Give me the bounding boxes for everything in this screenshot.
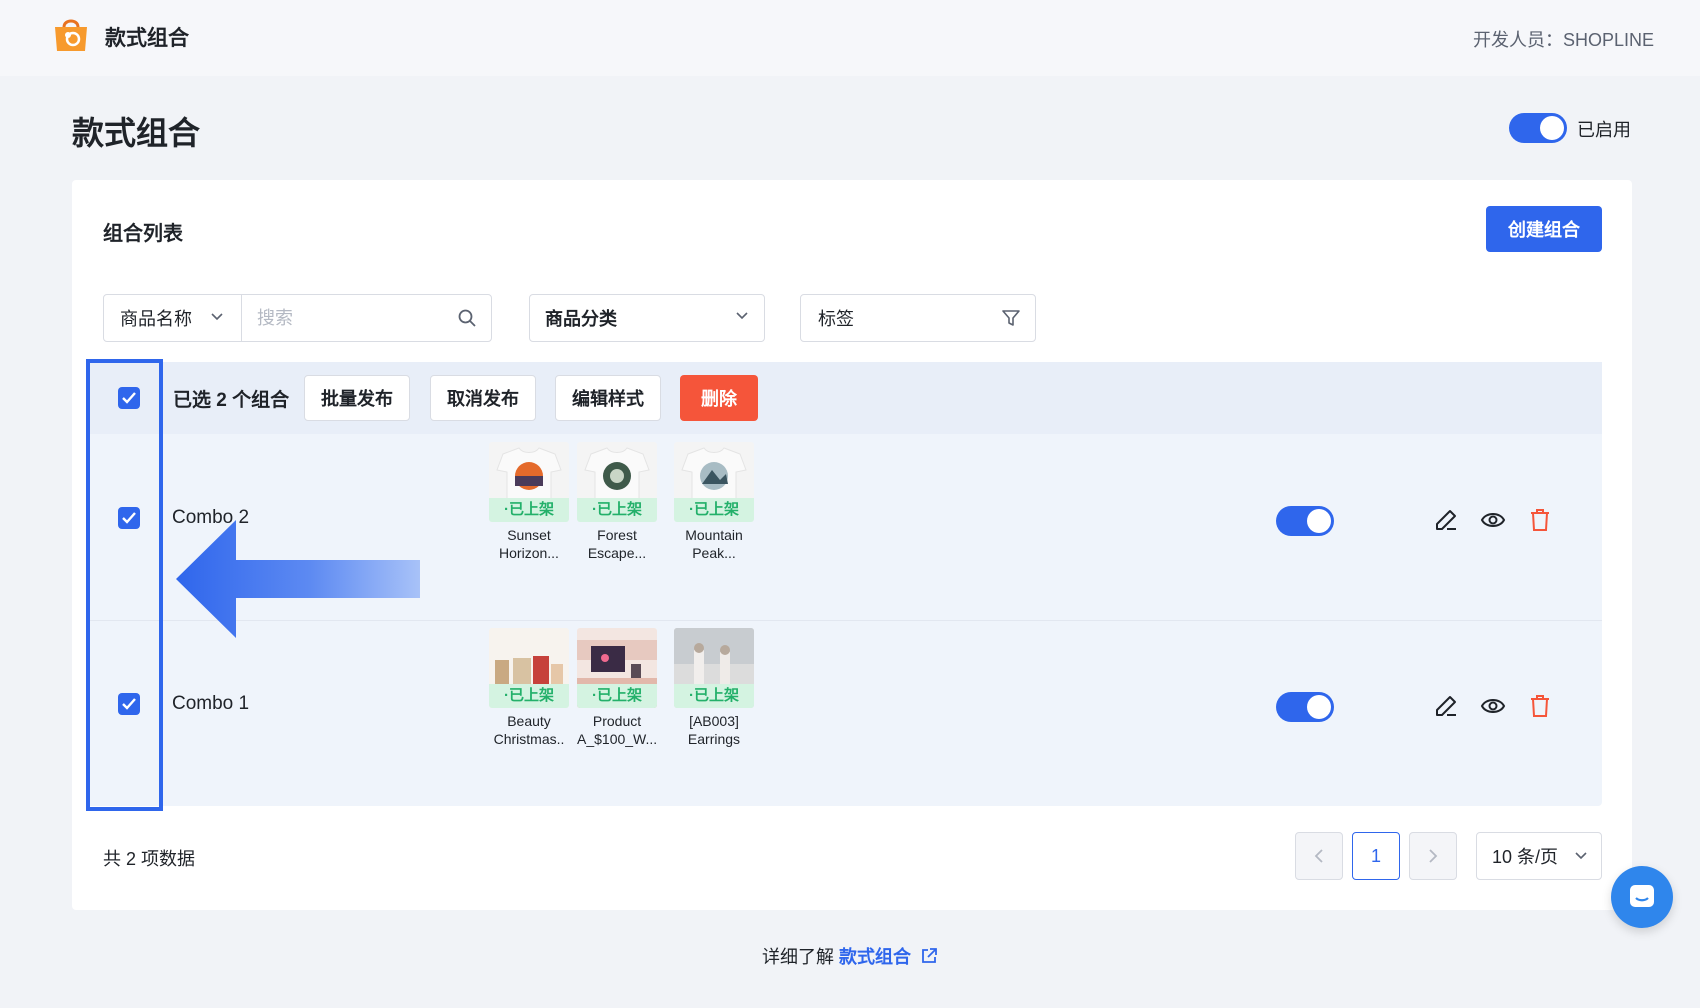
page-size-label: 10 条/页 [1492,847,1559,867]
chevron-down-icon [211,313,223,321]
product-thumbnail: ·已上架 [489,442,569,522]
developer-label: 开发人员：SHOPLINE [1472,30,1654,50]
combo-name: Combo 1 [172,693,250,714]
product-item[interactable]: ·已上架 Beauty Christmas.. [489,628,569,748]
product-name: [AB003] Earrings [687,713,741,747]
status-badge: ·已上架 [674,498,754,522]
footer-text: 详细了解 [761,947,834,967]
combo-publish-toggle[interactable] [1276,506,1334,536]
next-page-button[interactable] [1409,832,1457,880]
create-combo-button[interactable]: 创建组合 [1486,206,1602,252]
external-link-icon [922,948,937,963]
product-thumbnail: ·已上架 [577,628,657,708]
top-bar: 款式组合 开发人员：SHOPLINE [0,0,1700,76]
search-input[interactable] [242,295,491,341]
tag-filter[interactable]: 标签 [800,294,1036,342]
unpublish-button[interactable]: 取消发布 [430,375,536,421]
bulk-publish-button[interactable]: 批量发布 [304,375,410,421]
tag-label: 标签 [818,309,854,329]
status-badge: ·已上架 [674,684,754,708]
shopping-bag-logo-icon [55,19,87,51]
combo-publish-toggle[interactable] [1276,692,1334,722]
toggle-knob [1307,509,1331,533]
product-item[interactable]: ·已上架 [AB003] Earrings [674,628,754,748]
total-count: 共 2 项数据 [103,849,196,869]
bulk-action-bar: 已选 2 个组合 批量发布 取消发布 编辑样式 删除 [87,362,1602,434]
footer: 详细了解 款式组合 [0,943,1700,969]
eye-icon[interactable] [1480,693,1506,719]
toggle-knob [1307,695,1331,719]
product-item[interactable]: ·已上架 Forest Escape... [577,442,657,562]
product-thumbnail: ·已上架 [577,442,657,522]
eye-icon[interactable] [1480,507,1506,533]
chevron-right-icon [1429,849,1438,863]
product-thumbnail: ·已上架 [674,442,754,522]
category-label: 商品分类 [545,309,617,329]
product-item[interactable]: ·已上架 Mountain Peak... [674,442,754,562]
enabled-label: 已启用 [1577,120,1631,140]
chevron-down-icon [736,312,748,320]
product-name: Forest Escape... [587,527,647,561]
selected-count-label: 已选 2 个组合 [173,390,290,411]
search-group: 商品名称 [103,294,492,342]
product-name: Beauty Christmas.. [493,713,565,747]
delete-button[interactable]: 删除 [680,375,758,421]
product-name: Product A_$100_W... [577,713,658,747]
product-name: Mountain Peak... [685,527,743,561]
filter-icon [1002,310,1020,326]
chat-support-button[interactable] [1611,866,1673,928]
checkbox-column-highlight [86,359,163,811]
edit-style-button[interactable]: 编辑样式 [555,375,661,421]
learn-more-link[interactable]: 款式组合 [839,947,938,967]
product-thumbnail: ·已上架 [489,628,569,708]
table-row[interactable]: Combo 1 ·已上架 Beauty Christmas.. ·已上架 Pro… [87,620,1602,806]
status-badge: ·已上架 [577,684,657,708]
card-title: 组合列表 [103,223,183,245]
search-field-select[interactable]: 商品名称 [104,295,242,341]
product-thumbnail: ·已上架 [674,628,754,708]
category-select[interactable]: 商品分类 [529,294,765,342]
product-name: Sunset Horizon... [499,527,559,561]
app-name: 款式组合 [105,27,189,50]
app-enabled-toggle[interactable] [1509,113,1567,143]
prev-page-button[interactable] [1295,832,1343,880]
toggle-knob [1540,116,1564,140]
edit-icon[interactable] [1433,507,1459,533]
product-item[interactable]: ·已上架 Product A_$100_W... [577,628,657,748]
page-title: 款式组合 [72,115,201,151]
trash-icon[interactable] [1527,693,1553,719]
status-badge: ·已上架 [489,498,569,522]
page-number-current[interactable]: 1 [1352,832,1400,880]
product-item[interactable]: ·已上架 Sunset Horizon... [489,442,569,562]
search-icon[interactable] [457,308,477,328]
status-badge: ·已上架 [489,684,569,708]
status-badge: ·已上架 [577,498,657,522]
chevron-down-icon [1575,852,1587,860]
trash-icon[interactable] [1527,507,1553,533]
chat-icon [1630,885,1654,907]
page-size-select[interactable]: 10 条/页 [1476,832,1602,880]
edit-icon[interactable] [1433,693,1459,719]
search-field-label: 商品名称 [120,309,192,329]
arrow-left-icon [176,520,420,638]
chevron-left-icon [1314,849,1323,863]
learn-more-link-label: 款式组合 [839,947,911,967]
